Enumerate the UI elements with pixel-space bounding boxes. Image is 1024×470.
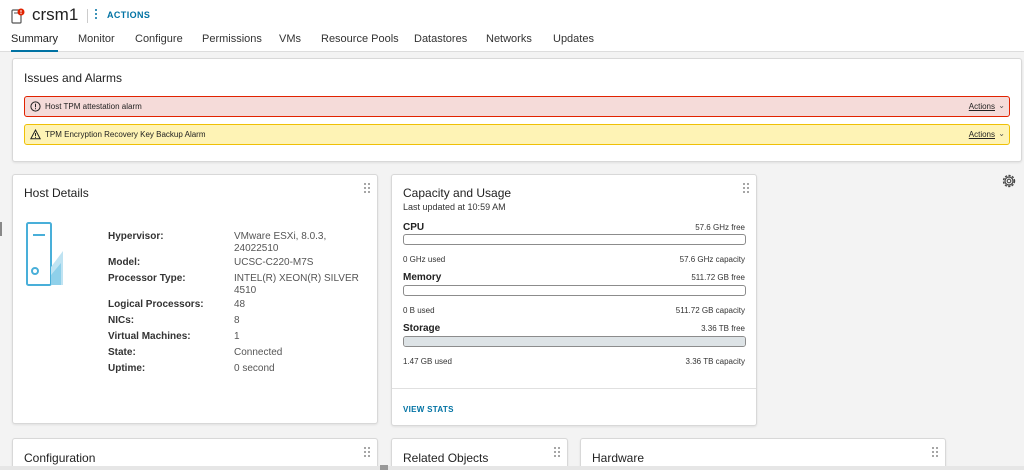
- header-divider: [87, 9, 88, 23]
- issues-alarms-title: Issues and Alarms: [24, 71, 123, 85]
- virtual-machines-value: 1: [234, 331, 240, 342]
- tab-monitor[interactable]: Monitor: [78, 33, 115, 52]
- storage-usage-bar: [403, 336, 746, 347]
- scrollbar-thumb[interactable]: [380, 465, 388, 470]
- hypervisor-value: VMware ESXi, 8.0.3, 24022510: [234, 231, 327, 254]
- nics-label: NICs:: [108, 315, 135, 326]
- alarm-row: Host TPM attestation alarm Actions ⌄: [24, 96, 1010, 117]
- cpu-usage-bar: [403, 234, 746, 245]
- tab-resource-pools[interactable]: Resource Pools: [321, 33, 399, 52]
- host-name: crsm1: [32, 5, 79, 24]
- object-header: crsm1 ACTIONS Summary Monitor Configure …: [0, 0, 1024, 52]
- cpu-free-text: 57.6 GHz free: [695, 223, 745, 232]
- tab-permissions[interactable]: Permissions: [202, 33, 262, 52]
- state-label: State:: [108, 347, 136, 358]
- alarm-row: TPM Encryption Recovery Key Backup Alarm…: [24, 124, 1010, 145]
- hardware-title: Hardware: [592, 451, 645, 465]
- nics-value: 8: [234, 315, 240, 326]
- memory-usage-bar: [403, 285, 746, 296]
- processor-type-label: Processor Type:: [108, 273, 186, 284]
- tab-networks[interactable]: Networks: [486, 33, 532, 52]
- storage-used-text: 1.47 GB used: [403, 357, 452, 366]
- tab-bar: Summary Monitor Configure Permissions VM…: [0, 30, 1024, 52]
- model-label: Model:: [108, 257, 141, 268]
- chevron-down-icon[interactable]: ⌄: [998, 129, 1005, 138]
- drag-handle-icon[interactable]: [743, 183, 751, 193]
- memory-label: Memory: [403, 272, 442, 283]
- alarm-text: Host TPM attestation alarm: [45, 102, 142, 111]
- kebab-menu-icon[interactable]: [93, 7, 99, 23]
- alarm-actions-link[interactable]: Actions: [969, 102, 995, 111]
- view-stats-button[interactable]: VIEW STATS: [403, 405, 454, 414]
- state-value: Connected: [234, 347, 283, 358]
- alarm-actions-link[interactable]: Actions: [969, 130, 995, 139]
- storage-capacity-text: 3.36 TB capacity: [685, 357, 745, 366]
- page: crsm1 ACTIONS Summary Monitor Configure …: [0, 0, 1024, 470]
- storage-usage-fill: [404, 337, 745, 346]
- memory-capacity-text: 511.72 GB capacity: [675, 306, 745, 315]
- tab-datastores[interactable]: Datastores: [414, 33, 467, 52]
- uptime-value: 0 second: [234, 363, 275, 374]
- issues-alarms-card: Issues and Alarms Host TPM attestation a…: [12, 58, 1022, 162]
- host-details-title: Host Details: [24, 186, 89, 200]
- capacity-usage-card: Capacity and Usage Last updated at 10:59…: [391, 174, 757, 426]
- tab-summary[interactable]: Summary: [11, 33, 59, 52]
- storage-label: Storage: [403, 323, 441, 334]
- drag-handle-icon[interactable]: [932, 447, 940, 457]
- alarm-text: TPM Encryption Recovery Key Backup Alarm: [45, 130, 206, 139]
- chevron-down-icon[interactable]: ⌄: [998, 101, 1005, 110]
- logical-processors-label: Logical Processors:: [108, 299, 204, 310]
- actions-menu-button[interactable]: ACTIONS: [107, 10, 150, 20]
- tab-configure[interactable]: Configure: [135, 33, 183, 52]
- panel-resize-handle[interactable]: [0, 222, 2, 236]
- memory-used-text: 0 B used: [403, 306, 435, 315]
- related-objects-title: Related Objects: [403, 451, 489, 465]
- tab-updates[interactable]: Updates: [553, 33, 594, 52]
- gear-icon[interactable]: [1000, 172, 1018, 190]
- warning-triangle-icon: [30, 129, 41, 140]
- drag-handle-icon[interactable]: [554, 447, 562, 457]
- logical-processors-value: 48: [234, 299, 246, 310]
- hypervisor-label: Hypervisor:: [108, 231, 164, 242]
- horizontal-scrollbar[interactable]: [0, 466, 1024, 470]
- drag-handle-icon[interactable]: [364, 183, 372, 193]
- uptime-label: Uptime:: [108, 363, 146, 374]
- memory-free-text: 511.72 GB free: [691, 273, 745, 282]
- tab-vms[interactable]: VMs: [279, 33, 301, 52]
- last-updated-text: Last updated at 10:59 AM: [403, 202, 506, 212]
- cpu-capacity-text: 57.6 GHz capacity: [679, 255, 745, 264]
- card-footer-divider: [392, 388, 756, 389]
- cpu-used-text: 0 GHz used: [403, 255, 446, 264]
- capacity-usage-title: Capacity and Usage: [403, 186, 512, 200]
- model-value: UCSC-C220-M7S: [234, 257, 314, 268]
- processor-type-value: INTEL(R) XEON(R) SILVER 4510: [234, 273, 359, 296]
- configuration-title: Configuration: [24, 451, 96, 465]
- storage-free-text: 3.36 TB free: [701, 324, 745, 333]
- virtual-machines-label: Virtual Machines:: [108, 331, 191, 342]
- error-circle-icon: [30, 101, 41, 112]
- host-alert-icon: [11, 8, 25, 24]
- drag-handle-icon[interactable]: [364, 447, 372, 457]
- host-details-card: Host Details Hypervisor: VMware ESXi, 8.…: [12, 174, 378, 424]
- cpu-label: CPU: [403, 222, 425, 233]
- server-icon: [26, 222, 63, 286]
